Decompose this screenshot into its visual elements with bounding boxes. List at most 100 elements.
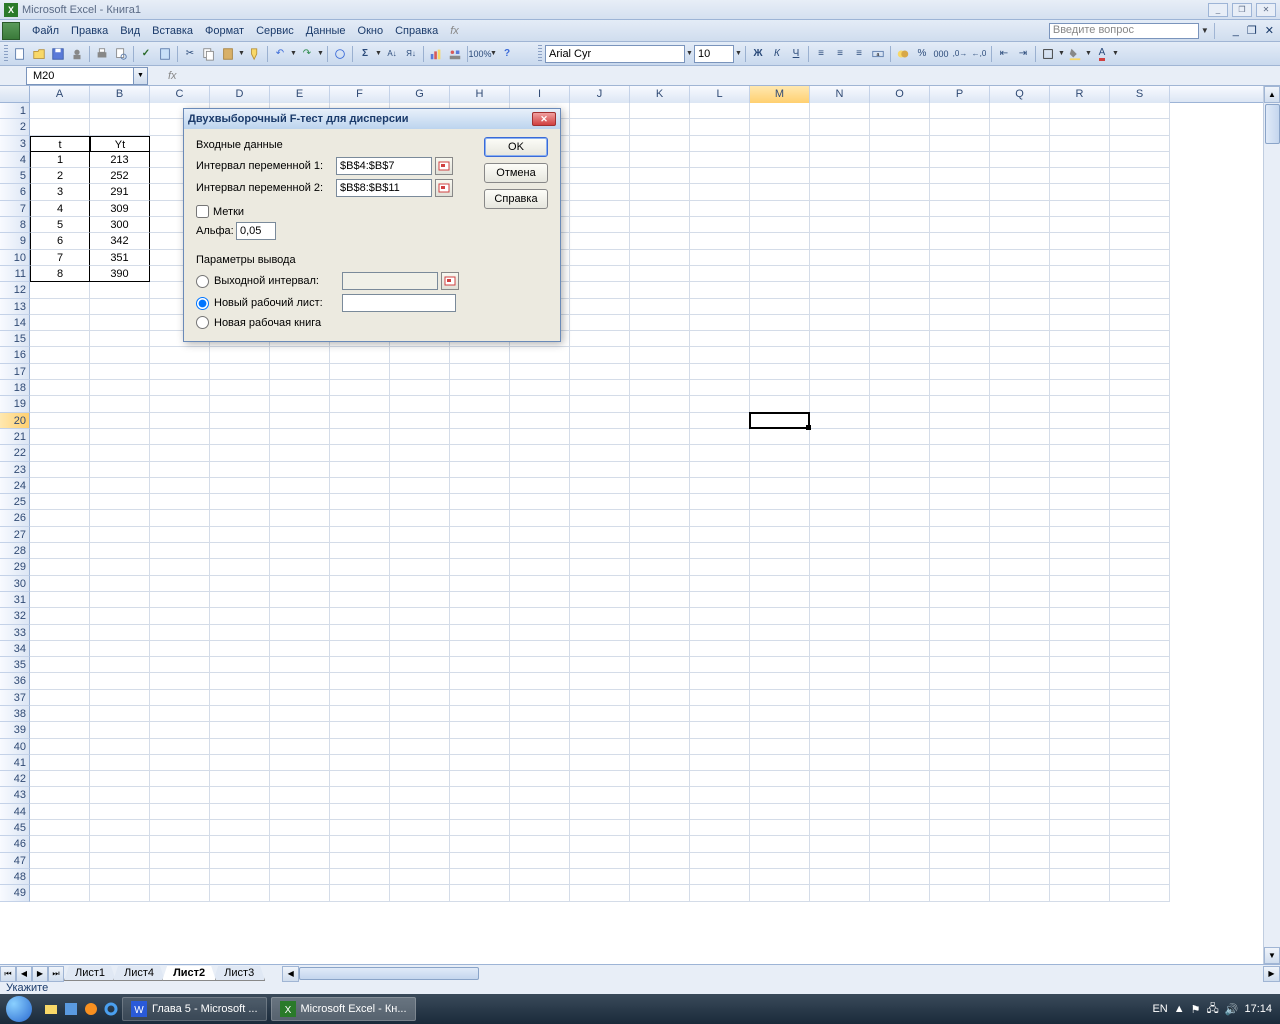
font-color-icon[interactable]: A [1093, 45, 1111, 63]
cell[interactable] [30, 527, 90, 543]
output-range-radio[interactable] [196, 275, 209, 288]
cell[interactable] [930, 396, 990, 412]
cell[interactable] [870, 299, 930, 315]
cell[interactable] [390, 396, 450, 412]
cell[interactable] [870, 152, 930, 168]
cell[interactable] [210, 739, 270, 755]
cell[interactable] [990, 217, 1050, 233]
menu-data[interactable]: Данные [300, 23, 352, 39]
cell[interactable] [270, 673, 330, 689]
cell[interactable] [810, 543, 870, 559]
cell[interactable] [1110, 331, 1170, 347]
cell[interactable] [1050, 413, 1110, 429]
cell[interactable] [870, 445, 930, 461]
cell[interactable] [1110, 771, 1170, 787]
autosum-icon[interactable]: Σ [356, 45, 374, 63]
cell[interactable] [990, 804, 1050, 820]
cell[interactable] [690, 201, 750, 217]
cell[interactable] [690, 885, 750, 901]
cell[interactable] [570, 592, 630, 608]
cell[interactable] [510, 706, 570, 722]
cell[interactable] [810, 836, 870, 852]
cell[interactable] [570, 462, 630, 478]
cell[interactable] [750, 315, 810, 331]
column-header-L[interactable]: L [690, 86, 750, 103]
cell[interactable] [90, 853, 150, 869]
cell[interactable] [750, 478, 810, 494]
cell[interactable] [630, 625, 690, 641]
cell[interactable] [570, 804, 630, 820]
menu-help[interactable]: Справка [389, 23, 444, 39]
cell[interactable] [210, 625, 270, 641]
cell[interactable] [1110, 787, 1170, 803]
cell[interactable] [1110, 119, 1170, 135]
cell[interactable] [150, 787, 210, 803]
cell[interactable] [690, 347, 750, 363]
cell[interactable] [750, 445, 810, 461]
cell[interactable] [330, 787, 390, 803]
cell[interactable] [630, 396, 690, 412]
row-header-35[interactable]: 35 [0, 657, 30, 673]
cell[interactable] [150, 380, 210, 396]
cell[interactable] [990, 184, 1050, 200]
cell[interactable] [510, 771, 570, 787]
scroll-down-button[interactable]: ▼ [1264, 947, 1280, 964]
cell[interactable] [870, 771, 930, 787]
cell[interactable] [270, 347, 330, 363]
cell[interactable] [570, 380, 630, 396]
menu-view[interactable]: Вид [114, 23, 146, 39]
cell[interactable] [450, 608, 510, 624]
cell[interactable] [210, 690, 270, 706]
cell[interactable] [1050, 787, 1110, 803]
cell[interactable] [690, 722, 750, 738]
row-header-43[interactable]: 43 [0, 787, 30, 803]
cell[interactable]: 8 [30, 266, 90, 282]
cell[interactable] [330, 641, 390, 657]
cell[interactable] [690, 592, 750, 608]
cell[interactable] [870, 755, 930, 771]
cell[interactable] [930, 885, 990, 901]
cell[interactable] [210, 429, 270, 445]
cell[interactable] [630, 184, 690, 200]
cell[interactable] [30, 755, 90, 771]
cell[interactable] [810, 771, 870, 787]
cell[interactable] [1110, 152, 1170, 168]
cell[interactable] [330, 706, 390, 722]
cell[interactable] [570, 657, 630, 673]
cell[interactable] [90, 103, 150, 119]
cell[interactable] [330, 494, 390, 510]
cell[interactable] [630, 755, 690, 771]
cell[interactable] [150, 836, 210, 852]
cell[interactable] [990, 462, 1050, 478]
cell[interactable] [330, 347, 390, 363]
cell[interactable] [30, 673, 90, 689]
undo-dropdown[interactable]: ▼ [290, 50, 297, 57]
cell[interactable] [750, 380, 810, 396]
cell[interactable] [270, 396, 330, 412]
cell[interactable] [930, 820, 990, 836]
cell[interactable] [570, 755, 630, 771]
cell[interactable] [1110, 592, 1170, 608]
row-header-24[interactable]: 24 [0, 478, 30, 494]
cell[interactable] [570, 820, 630, 836]
cell[interactable] [690, 869, 750, 885]
cell[interactable] [810, 690, 870, 706]
cell[interactable] [570, 559, 630, 575]
cell[interactable] [990, 347, 1050, 363]
cell[interactable] [1050, 690, 1110, 706]
cell[interactable] [30, 722, 90, 738]
column-header-O[interactable]: O [870, 86, 930, 103]
hyperlink-icon[interactable] [331, 45, 349, 63]
cell[interactable] [330, 559, 390, 575]
cell[interactable] [90, 885, 150, 901]
cell[interactable] [90, 445, 150, 461]
cell[interactable] [990, 380, 1050, 396]
cell[interactable] [30, 347, 90, 363]
cell[interactable] [90, 331, 150, 347]
cell[interactable] [1050, 396, 1110, 412]
cell[interactable] [690, 576, 750, 592]
cell[interactable] [90, 478, 150, 494]
cell[interactable] [90, 820, 150, 836]
cell[interactable] [150, 364, 210, 380]
cell[interactable] [870, 136, 930, 152]
